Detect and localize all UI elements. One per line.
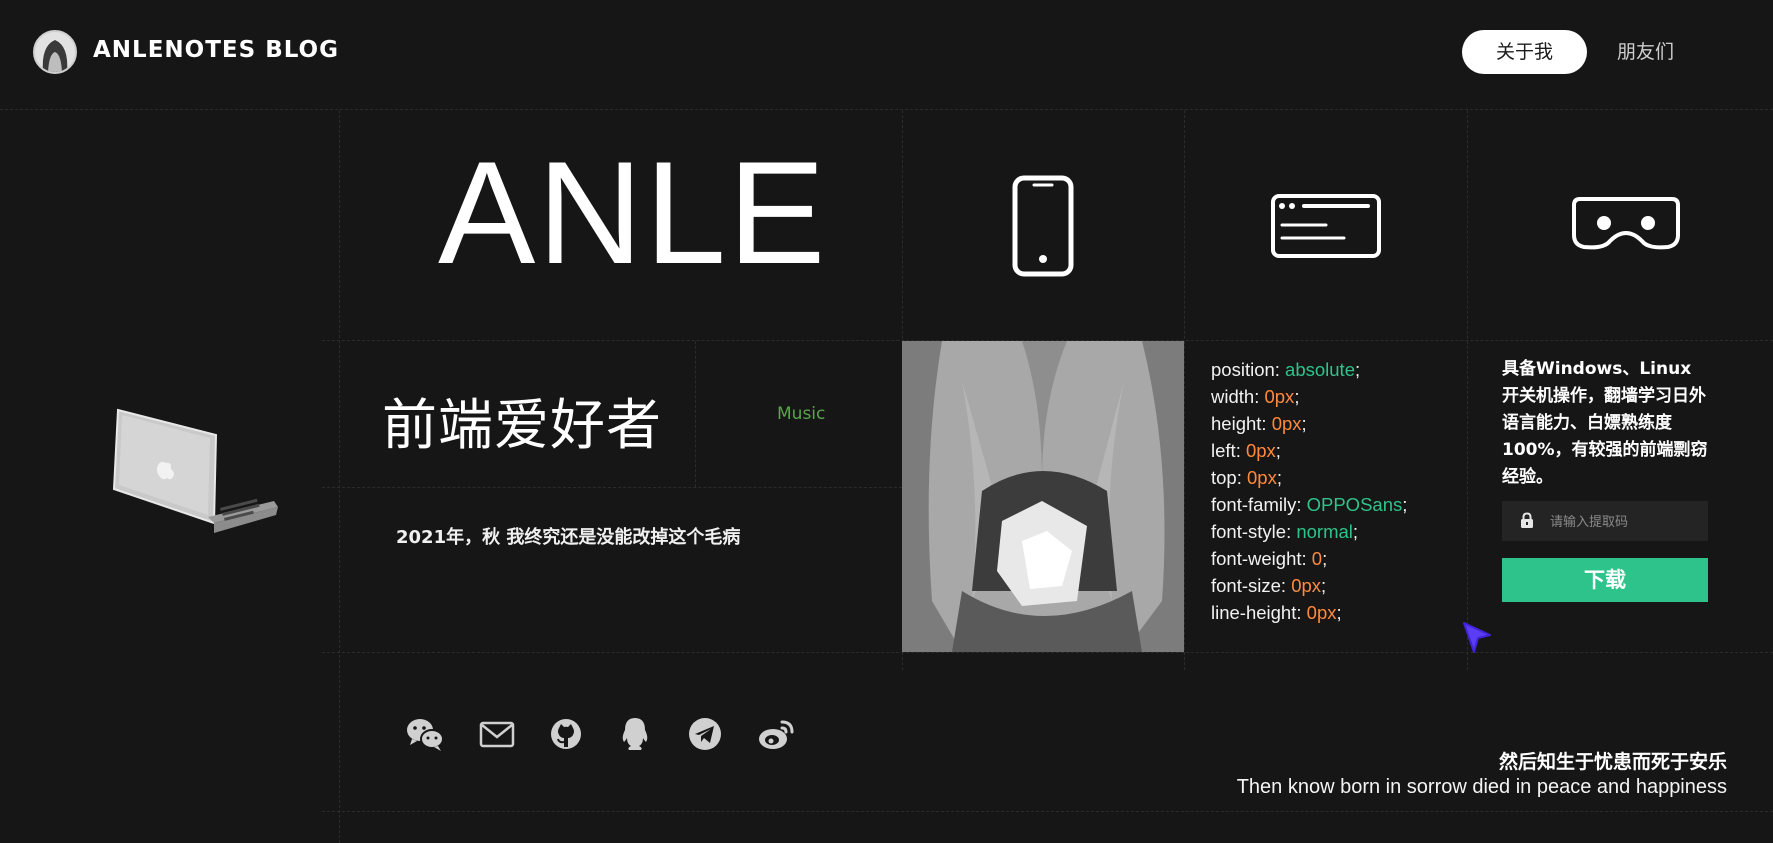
hero-title: ANLE — [438, 131, 828, 294]
site-brand[interactable]: ANLENOTES BLOG — [93, 37, 339, 63]
css-property-line: font-weight: 0; — [1211, 548, 1328, 569]
css-property-line: top: 0px; — [1211, 467, 1282, 488]
grid-line — [695, 341, 696, 487]
diary-text: 2021年，秋 我终究还是没能改掉这个毛病 — [396, 527, 741, 548]
css-property-line: line-height: 0px; — [1211, 602, 1342, 623]
lock-icon — [1521, 512, 1533, 528]
css-property-line: font-style: normal; — [1211, 521, 1359, 542]
css-property-name: font-size — [1211, 575, 1281, 596]
avatar[interactable] — [33, 30, 77, 74]
css-property-value: 0px — [1264, 386, 1295, 407]
grid-line — [322, 487, 902, 488]
css-property-value: 0px — [1245, 440, 1276, 461]
css-property-name: font-family — [1211, 494, 1297, 515]
wechat-icon[interactable] — [405, 714, 445, 754]
grid-line — [1184, 110, 1185, 670]
cursor-pointer-icon — [1463, 622, 1491, 653]
extraction-code-field[interactable] — [1502, 501, 1708, 543]
nav-friends[interactable]: 朋友们 — [1617, 30, 1674, 74]
grid-line — [339, 110, 340, 843]
role-title: 前端爱好者 — [382, 393, 663, 457]
grid-line — [0, 109, 1773, 110]
browser-window-icon — [1271, 194, 1381, 258]
avatar-illustration — [35, 32, 75, 72]
css-property-name: height — [1211, 413, 1262, 434]
css-property-line: height: 0px; — [1211, 413, 1307, 434]
css-property-name: top — [1211, 467, 1237, 488]
music-link[interactable]: Music — [777, 404, 825, 424]
quote-chinese: 然后知生于忧患而死于安乐 — [1498, 751, 1727, 773]
skills-description: 具备Windows、Linux开关机操作，翻墙学习日外语言能力、白嫖熟练度100… — [1502, 359, 1708, 487]
css-properties-list: position: absolute; width: 0px; height: 0p… — [1211, 356, 1407, 626]
css-property-name: line-height — [1211, 602, 1297, 623]
hooded-figure-illustration — [902, 341, 1184, 652]
css-property-value: absolute — [1285, 359, 1355, 380]
css-property-value: 0 — [1311, 548, 1323, 569]
grid-line — [322, 811, 1773, 812]
laptop-icon — [112, 408, 278, 533]
vr-glasses-icon — [1572, 197, 1680, 250]
css-property-value: 0px — [1306, 602, 1337, 623]
css-property-name: font-weight — [1211, 548, 1302, 569]
nav-about-me[interactable]: 关于我 — [1462, 30, 1587, 74]
css-property-name: left — [1211, 440, 1236, 461]
css-property-value: 0px — [1247, 467, 1277, 488]
css-property-name: width — [1211, 386, 1255, 407]
weibo-icon[interactable] — [756, 714, 796, 754]
mail-icon[interactable] — [477, 714, 517, 754]
css-property-name: font-style — [1211, 521, 1287, 542]
css-property-line: left: 0px; — [1211, 440, 1281, 461]
github-icon[interactable] — [546, 714, 586, 754]
css-property-value: normal — [1296, 521, 1353, 542]
telegram-icon[interactable] — [685, 714, 725, 754]
css-property-line: font-size: 0px; — [1211, 575, 1327, 596]
css-property-line: font-family: OPPOSans; — [1211, 494, 1408, 515]
css-property-name: position — [1211, 359, 1275, 380]
phone-icon — [1012, 175, 1074, 277]
quote-english: Then know born in sorrow died in peace a… — [1236, 776, 1727, 798]
hooded-figure-image — [902, 341, 1184, 652]
extraction-code-input[interactable] — [1548, 501, 1702, 543]
grid-line — [322, 652, 1773, 653]
download-button[interactable]: 下载 — [1502, 558, 1708, 602]
qq-icon[interactable] — [615, 714, 655, 754]
css-property-line: width: 0px; — [1211, 386, 1300, 407]
css-property-line: position: absolute; — [1211, 359, 1361, 380]
css-property-value: OPPOSans — [1306, 494, 1403, 515]
css-property-value: 0px — [1291, 575, 1322, 596]
grid-line — [1467, 110, 1468, 670]
css-property-value: 0px — [1271, 413, 1302, 434]
